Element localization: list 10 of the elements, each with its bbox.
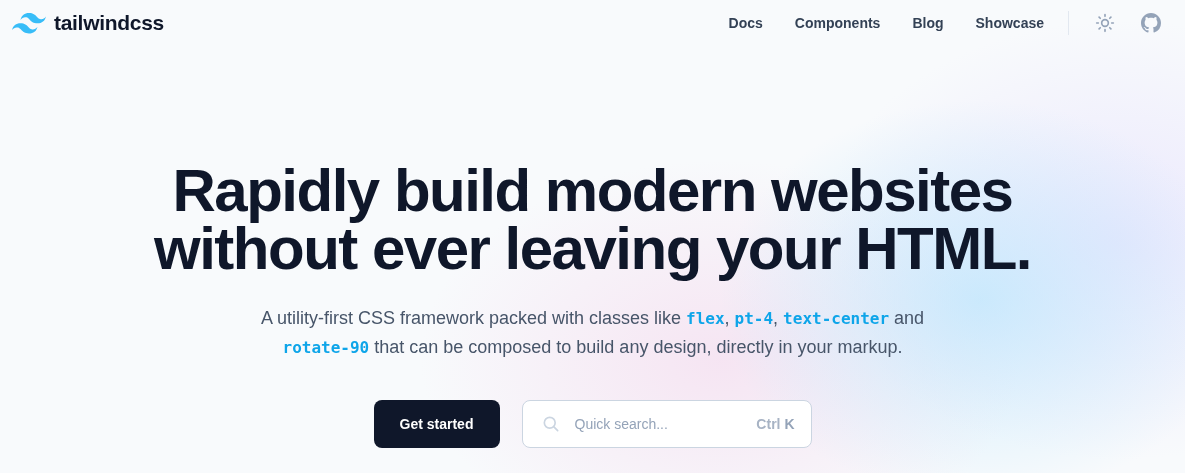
logo-wordmark[interactable]: tailwindcss (54, 11, 164, 35)
nav-link[interactable]: Blog (912, 15, 944, 31)
nav-link[interactable]: Components (794, 15, 881, 31)
nav-link[interactable]: Docs (728, 15, 763, 31)
hero-subtitle: A utility-first CSS framework packed with classes like flex, pt-4, text-center and rotate-90 that can be composed to build any design, directly in your markup. (259, 307, 926, 359)
github-icon[interactable] (1141, 13, 1161, 33)
nav-link[interactable]: Showcase (975, 15, 1044, 31)
get-started-button[interactable]: Get started (373, 400, 500, 448)
logo-icon (12, 12, 46, 34)
sun-icon[interactable] (1095, 13, 1115, 33)
